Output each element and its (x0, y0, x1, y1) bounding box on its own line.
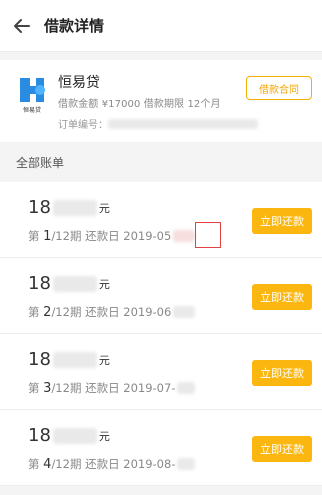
bill-row: 18 元 第 3/12期 还款日 2019-07- 立即还款 (0, 334, 322, 410)
due-label: 还款日 (85, 305, 120, 319)
term-index: 2 (43, 304, 52, 320)
bill-row: 18 元 第 1/12期 还款日 2019-05 立即还款 (0, 182, 322, 258)
amount-unit: 元 (98, 354, 110, 367)
amount-value: ¥17000 (101, 99, 141, 110)
pay-now-button[interactable]: 立即还款 (252, 360, 312, 386)
bill-list: 18 元 第 1/12期 还款日 2019-05 立即还款 18 元 第 2/1… (0, 182, 322, 486)
due-redacted (173, 306, 196, 318)
term-label: 借款期限 (143, 99, 185, 110)
order-label: 订单编号： (58, 120, 108, 131)
due-label: 还款日 (85, 229, 120, 243)
logo-caption: 恒易贷 (23, 106, 41, 114)
pay-now-button[interactable]: 立即还款 (252, 208, 312, 234)
term-suffix: /12期 (51, 305, 82, 319)
arrow-left-icon (14, 18, 30, 33)
bill-row: 18 元 第 4/12期 还款日 2019-08- 立即还款 (0, 410, 322, 486)
due-date: 2019-05 (123, 229, 172, 243)
hengyidai-logo-icon: 恒易贷 (20, 78, 45, 114)
amount-unit: 元 (98, 430, 110, 443)
order-number-redacted (108, 118, 258, 129)
amount-label: 借款金额 (58, 99, 99, 110)
due-redacted (177, 458, 196, 470)
term-prefix: 第 (28, 305, 40, 319)
amount-redacted (52, 276, 97, 292)
loan-contract-button[interactable]: 借款合同 (246, 76, 312, 100)
term-suffix: /12期 (51, 229, 82, 243)
bill-amount: 18 元 (28, 349, 110, 370)
amount-digits: 18 (28, 425, 51, 446)
due-date: 2019-06 (123, 305, 172, 319)
bill-amount: 18 元 (28, 197, 110, 218)
term-suffix: /12期 (51, 457, 82, 471)
due-date: 2019-08- (123, 457, 176, 471)
back-button[interactable] (0, 0, 44, 52)
bill-row: 18 元 第 2/12期 还款日 2019-06 立即还款 (0, 258, 322, 334)
term-prefix: 第 (28, 457, 40, 471)
term-value: 12个月 (187, 99, 221, 110)
due-label: 还款日 (85, 381, 120, 395)
term-prefix: 第 (28, 381, 40, 395)
due-date: 2019-07- (123, 381, 176, 395)
pay-now-button[interactable]: 立即还款 (252, 436, 312, 462)
term-suffix: /12期 (51, 381, 82, 395)
amount-digits: 18 (28, 197, 51, 218)
amount-digits: 18 (28, 349, 51, 370)
order-number-row: 订单编号： (58, 116, 258, 131)
due-redacted (177, 382, 196, 394)
term-index: 1 (43, 228, 52, 244)
amount-digits: 18 (28, 273, 51, 294)
loan-product-name: 恒易贷 (58, 75, 100, 91)
top-bar: 借款详情 (0, 0, 322, 52)
bill-amount: 18 元 (28, 425, 110, 446)
term-index: 4 (43, 456, 52, 472)
amount-unit: 元 (98, 202, 110, 215)
due-label: 还款日 (85, 457, 120, 471)
bill-due: 第 1/12期 还款日 2019-05 (28, 228, 196, 244)
amount-redacted (52, 428, 97, 444)
loan-summary-card: 恒易贷 恒易贷 借款金额 ¥17000 借款期限 12个月 订单编号： 借款合同 (0, 60, 322, 142)
loan-detail-page: 借款详情 恒易贷 恒易贷 借款金额 ¥17000 借款期限 12个月 订单编号：… (0, 0, 322, 495)
due-redacted (173, 230, 196, 242)
all-bills-label: 全部账单 (0, 142, 322, 182)
bill-amount: 18 元 (28, 273, 110, 294)
page-title: 借款详情 (44, 17, 105, 35)
amount-redacted (52, 200, 97, 216)
bill-due: 第 2/12期 还款日 2019-06 (28, 304, 196, 320)
bill-due: 第 4/12期 还款日 2019-08- (28, 456, 196, 472)
bill-due: 第 3/12期 还款日 2019-07- (28, 380, 196, 396)
loan-meta: 借款金额 ¥17000 借款期限 12个月 (58, 95, 221, 110)
pay-now-button[interactable]: 立即还款 (252, 284, 312, 310)
amount-unit: 元 (98, 278, 110, 291)
annotation-highlight-box (195, 222, 221, 248)
amount-redacted (52, 352, 97, 368)
term-prefix: 第 (28, 229, 40, 243)
term-index: 3 (43, 380, 52, 396)
